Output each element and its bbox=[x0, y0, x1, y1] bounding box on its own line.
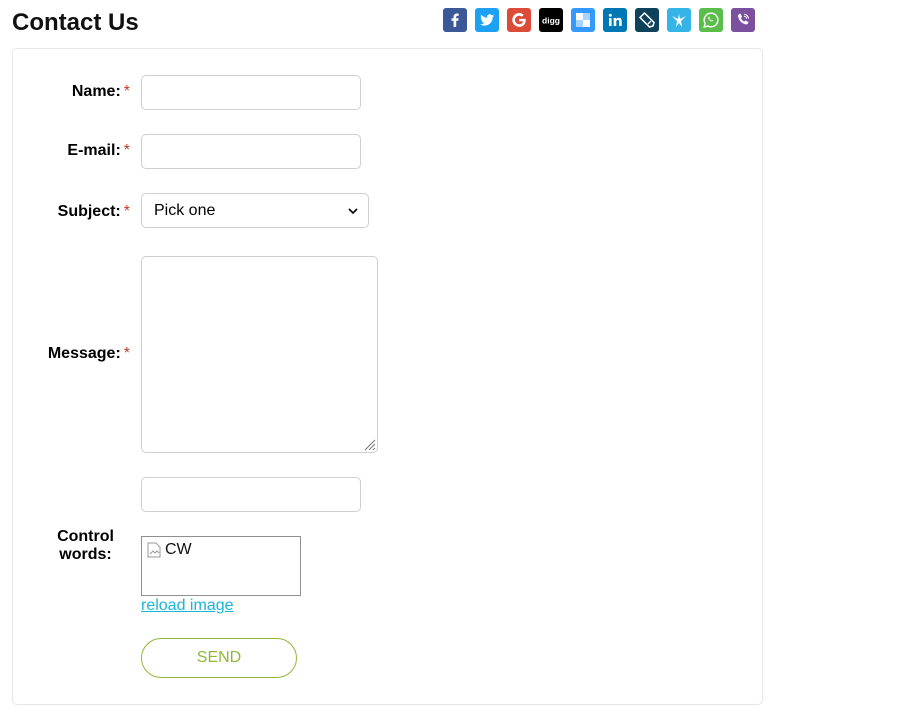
subject-label: Subject: * bbox=[0, 203, 130, 221]
email-label: E-mail: * bbox=[0, 142, 130, 160]
reload-image-link[interactable]: reload image bbox=[141, 597, 234, 615]
chevron-down-icon bbox=[348, 208, 358, 215]
digg-icon[interactable]: digg bbox=[539, 8, 563, 32]
svg-text:digg: digg bbox=[542, 16, 560, 26]
subject-select[interactable]: Pick one bbox=[141, 193, 369, 228]
message-label-text: Message: bbox=[47, 345, 121, 362]
viber-icon[interactable] bbox=[731, 8, 755, 32]
resize-handle-icon[interactable] bbox=[362, 437, 376, 451]
email-label-text: E-mail: bbox=[67, 142, 121, 159]
broken-image-icon bbox=[147, 542, 161, 558]
required-mark: * bbox=[123, 345, 130, 362]
captcha-label: Control words: bbox=[57, 528, 114, 563]
livejournal-icon[interactable] bbox=[635, 8, 659, 32]
extra-input[interactable] bbox=[141, 477, 361, 512]
google-icon[interactable] bbox=[507, 8, 531, 32]
captcha-alt-text: CW bbox=[165, 541, 192, 558]
required-mark: * bbox=[123, 203, 130, 220]
name-label-text: Name: bbox=[71, 83, 121, 100]
twitter-icon[interactable] bbox=[475, 8, 499, 32]
message-textarea[interactable] bbox=[141, 256, 378, 453]
linkedin-icon[interactable] bbox=[603, 8, 627, 32]
tumblr-bird-icon[interactable] bbox=[667, 8, 691, 32]
whatsapp-icon[interactable] bbox=[699, 8, 723, 32]
delicious-icon[interactable] bbox=[571, 8, 595, 32]
email-input[interactable] bbox=[141, 134, 361, 169]
name-input[interactable] bbox=[141, 75, 361, 110]
subject-selected-value: Pick one bbox=[154, 201, 216, 219]
send-button[interactable]: SEND bbox=[141, 638, 297, 678]
subject-label-text: Subject: bbox=[57, 203, 121, 220]
required-mark: * bbox=[123, 142, 130, 159]
name-label: Name: * bbox=[0, 83, 130, 101]
captcha-image: CW bbox=[141, 536, 301, 596]
page-title: Contact Us bbox=[12, 9, 139, 36]
required-mark: * bbox=[123, 83, 130, 100]
facebook-icon[interactable] bbox=[443, 8, 467, 32]
share-bar: digg bbox=[443, 8, 763, 32]
message-label: Message: * bbox=[0, 345, 130, 363]
